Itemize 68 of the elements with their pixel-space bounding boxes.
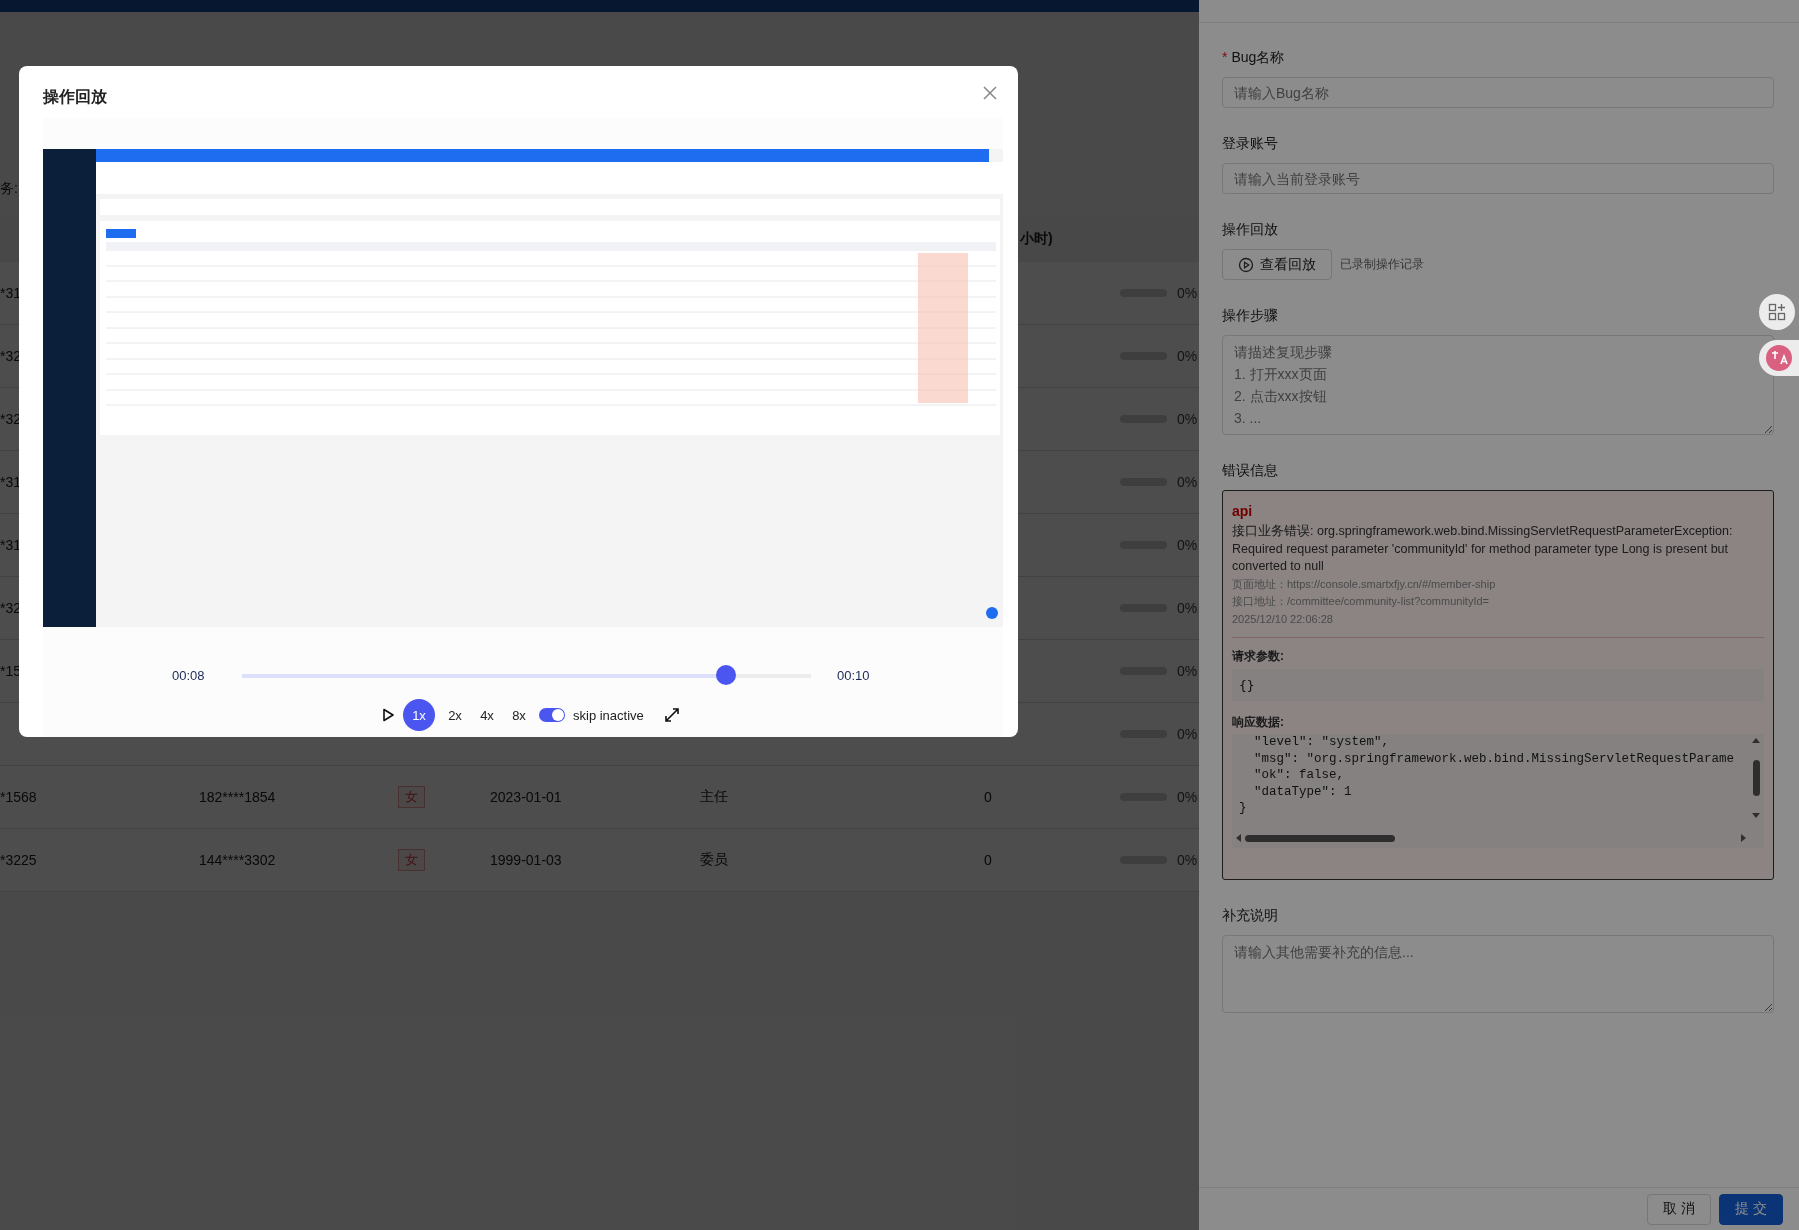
- field-label: Bug名称: [1231, 48, 1285, 67]
- error-source: api: [1232, 502, 1254, 521]
- percent-text: 0%: [1177, 411, 1198, 427]
- required-mark: *: [1222, 48, 1228, 67]
- section-label: 务:: [0, 179, 19, 198]
- percent-text: 0%: [1177, 348, 1198, 364]
- field-label: 操作回放: [1222, 220, 1278, 239]
- table-cell: *31: [0, 474, 22, 490]
- toggle-label: skip inactive: [573, 707, 644, 723]
- field-label: 登录账号: [1222, 134, 1278, 153]
- current-time: 00:08: [172, 668, 206, 683]
- percent-text: 0%: [1177, 852, 1198, 868]
- slider-thumb[interactable]: [715, 664, 736, 685]
- text-area[interactable]: 请描述复现步骤 1. 打开xxx页面 2. 点击xxx按钮 3. ...: [1222, 335, 1774, 435]
- speed-button[interactable]: 8x: [507, 699, 531, 731]
- fullscreen-icon[interactable]: [663, 707, 680, 723]
- speed-button[interactable]: 1x: [403, 699, 435, 731]
- table-cell: 0: [984, 789, 992, 805]
- error-message: 接口业务错误: org.springframework.web.bind.MissingServletRequestParameterException: Required request parameter 'communityId' for method parameter type Long is present but converted to null: [1232, 523, 1734, 575]
- field-label: 操作步骤: [1222, 306, 1278, 325]
- percent-text: 0%: [1177, 474, 1198, 490]
- section-label: 请求参数:: [1232, 648, 1285, 665]
- speed-button[interactable]: 2x: [443, 699, 467, 731]
- page-url: https://console.smartxfjy.cn/#/member-ship: [1287, 577, 1496, 590]
- view-replay-button[interactable]: 查看回放: [1222, 249, 1332, 280]
- toggle-switch[interactable]: [539, 708, 565, 722]
- submit-button[interactable]: 提 交: [1719, 1193, 1783, 1225]
- percent-text: 0%: [1177, 600, 1198, 616]
- column-header: 小时): [1020, 229, 1053, 248]
- table-cell: *3225: [0, 852, 37, 868]
- percent-text: 0%: [1177, 789, 1198, 805]
- play-icon: [1238, 256, 1254, 273]
- table-cell: *1568: [0, 789, 37, 805]
- speed-button[interactable]: 4x: [475, 699, 499, 731]
- total-time: 00:10: [837, 668, 871, 683]
- table-cell: *31: [0, 285, 22, 301]
- params-text: {}: [1232, 669, 1764, 701]
- cancel-button[interactable]: 取 消: [1647, 1193, 1711, 1225]
- close-icon[interactable]: [982, 85, 998, 101]
- field-label: 补充说明: [1222, 906, 1278, 925]
- table-cell: 主任: [700, 788, 728, 806]
- text-area[interactable]: 请输入其他需要补充的信息...: [1222, 935, 1774, 1013]
- status-note: 已录制操作记录: [1340, 256, 1424, 273]
- api-url: /committee/community-list?communityId=: [1287, 595, 1490, 607]
- translate-icon: [1765, 344, 1793, 372]
- percent-text: 0%: [1177, 726, 1198, 742]
- percent-text: 0%: [1177, 663, 1198, 679]
- translate-button[interactable]: [1759, 340, 1799, 376]
- percent-text: 0%: [1177, 537, 1198, 553]
- section-label: 响应数据:: [1232, 714, 1285, 731]
- table-cell: *31: [0, 537, 22, 553]
- table-cell: 0: [984, 852, 992, 868]
- play-icon[interactable]: [381, 708, 395, 722]
- scrollbar[interactable]: [1236, 832, 1746, 844]
- dialog-title: 操作回放: [43, 86, 107, 107]
- percent-text: 0%: [1177, 285, 1198, 301]
- table-cell: 2023-01-01: [490, 789, 562, 805]
- input-field[interactable]: 请输入Bug名称: [1222, 77, 1774, 108]
- table-cell: 182****1854: [199, 789, 276, 805]
- input-field[interactable]: 请输入当前登录账号: [1222, 163, 1774, 194]
- table-cell: 委员: [700, 851, 728, 869]
- field-label: 错误信息: [1222, 461, 1278, 480]
- response-text: "level": "system", "msg": "org.springframework.web.bind.MissingServletRequestParame "ok": false, "dataType": 1 }: [1238, 734, 1736, 817]
- scrollbar[interactable]: [1750, 738, 1762, 818]
- table-cell: 1999-01-03: [490, 852, 562, 868]
- table-cell: 144****3302: [199, 852, 276, 868]
- timestamp: 2025/12/10 22:06:28: [1232, 612, 1333, 625]
- grid-icon: [1768, 303, 1786, 321]
